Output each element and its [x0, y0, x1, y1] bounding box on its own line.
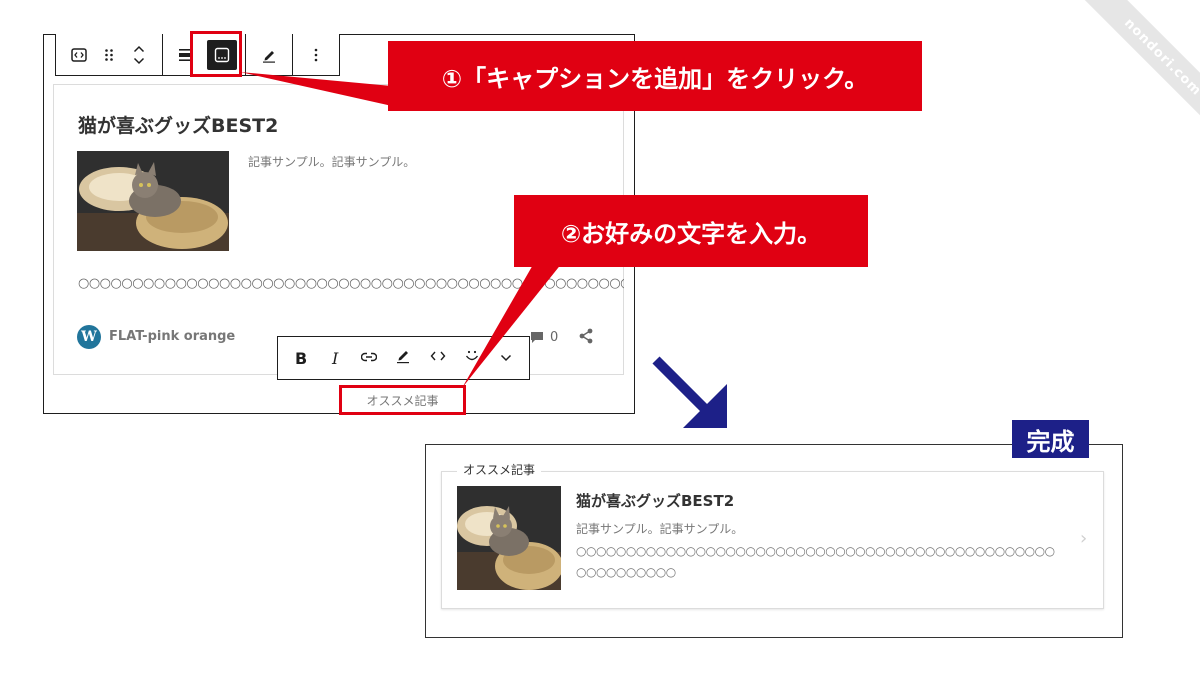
callout1-pointer — [240, 72, 392, 106]
step1-callout: ①「キャプションを追加」をクリック。 — [388, 41, 922, 111]
result-card-excerpt: 記事サンプル。記事サンプル。 — [576, 522, 744, 536]
result-arrow — [652, 356, 711, 415]
chevron-right-icon[interactable]: › — [1080, 528, 1087, 549]
result-card-title: 猫が喜ぶグッズBEST2 — [576, 492, 735, 510]
result-caption-label: オススメ記事 — [457, 461, 542, 478]
complete-badge: 完成 — [1012, 420, 1089, 458]
result-card-body-text: ○○○○○○○○○○○○○○○○○○○○○○○○○○○○○○○○○○○○○○○○… — [576, 544, 1055, 579]
result-cat-thumbnail — [457, 486, 561, 590]
step2-callout: ②お好みの文字を入力。 — [514, 195, 868, 267]
callout2-pointer — [462, 263, 562, 388]
